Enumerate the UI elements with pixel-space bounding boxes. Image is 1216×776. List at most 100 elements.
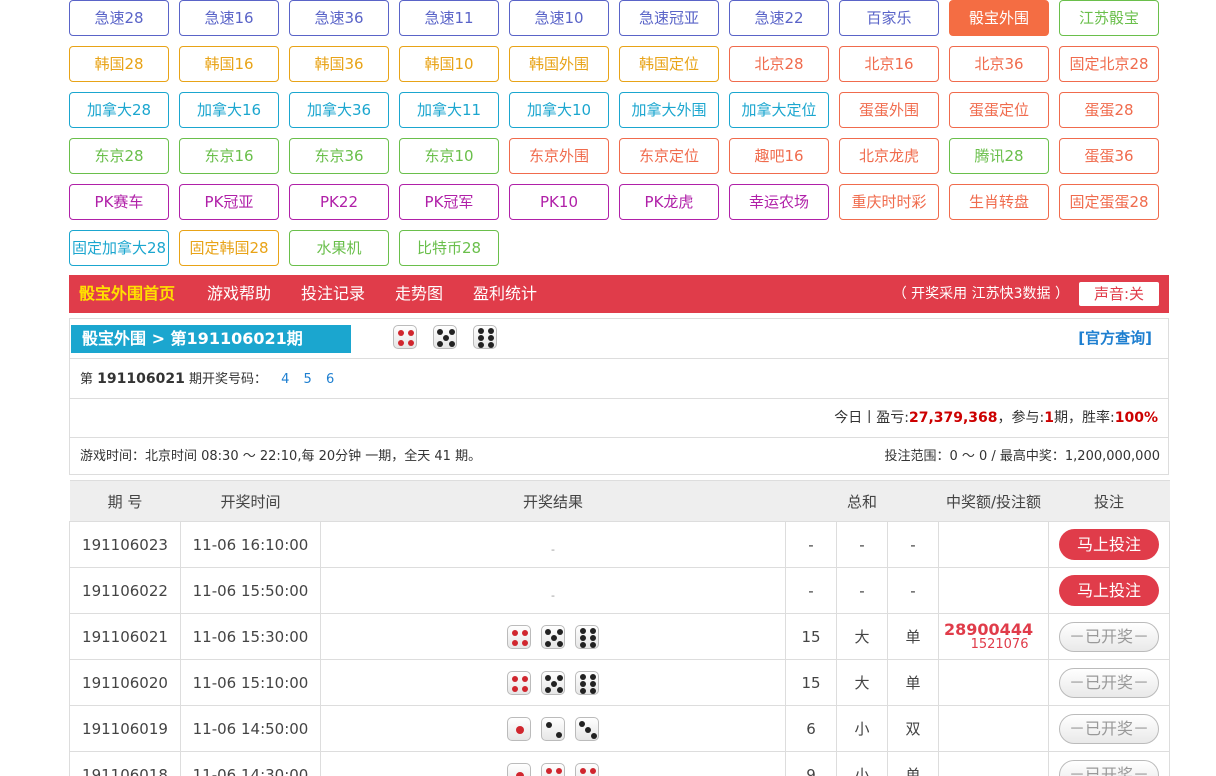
- game-button[interactable]: 加拿大16: [179, 92, 279, 128]
- win-bet-cell: [938, 521, 1050, 568]
- game-button[interactable]: 东京10: [399, 138, 499, 174]
- sound-toggle-button[interactable]: 声音:关: [1079, 282, 1159, 306]
- data-source-note: （ 开奖采用 江苏快3数据 ）: [892, 286, 1069, 302]
- action-cell: 马上投注: [1048, 567, 1171, 614]
- game-button[interactable]: 加拿大36: [289, 92, 389, 128]
- game-button[interactable]: 骰宝外围: [949, 0, 1049, 36]
- dice-face-icon: [507, 624, 531, 649]
- game-button[interactable]: 固定加拿大28: [69, 230, 169, 266]
- game-button[interactable]: 百家乐: [839, 0, 939, 36]
- table-row: 191106020 11-06 15:10:00 15 大单 －已开奖－: [69, 659, 1171, 706]
- bet-range-text: 投注范围：0 ～ 0 / 最高中奖：1,200,000,000: [884, 449, 1160, 464]
- game-button[interactable]: 急速冠亚: [619, 0, 719, 36]
- drawn-status-button: －已开奖－: [1059, 667, 1160, 698]
- game-button[interactable]: 腾讯28: [949, 138, 1049, 174]
- game-button[interactable]: 急速11: [399, 0, 499, 36]
- sum-cell: 15: [785, 613, 837, 660]
- game-button[interactable]: PK10: [509, 184, 609, 220]
- game-button[interactable]: 东京36: [289, 138, 389, 174]
- dice-result-cell: [320, 613, 786, 660]
- game-button[interactable]: 蛋蛋外围: [839, 92, 939, 128]
- nav-profit-stats[interactable]: 盈利统计: [473, 275, 537, 313]
- game-button[interactable]: 急速36: [289, 0, 389, 36]
- parity-cell: 单: [886, 659, 940, 706]
- draw-suffix: 期开奖号码：: [188, 372, 267, 387]
- dice-result-cell: [320, 751, 786, 776]
- nav-home[interactable]: 骰宝外围首页: [79, 275, 175, 313]
- game-button[interactable]: 韩国36: [289, 46, 389, 82]
- game-button[interactable]: 北京28: [729, 46, 829, 82]
- game-button[interactable]: 急速28: [69, 0, 169, 36]
- game-button[interactable]: 固定韩国28: [179, 230, 279, 266]
- game-button[interactable]: PK赛车: [69, 184, 169, 220]
- col-draw-time: 开奖时间: [180, 480, 321, 522]
- game-button[interactable]: 东京16: [179, 138, 279, 174]
- dice-face-icon: [433, 325, 457, 349]
- size-cell: -: [836, 521, 888, 568]
- game-button[interactable]: 江苏骰宝: [1059, 0, 1159, 36]
- game-button[interactable]: PK22: [289, 184, 389, 220]
- game-button[interactable]: 东京外围: [509, 138, 609, 174]
- game-button[interactable]: 加拿大定位: [729, 92, 829, 128]
- size-cell: 大: [836, 659, 888, 706]
- game-button[interactable]: 生肖转盘: [949, 184, 1049, 220]
- sum-cell: -: [785, 567, 837, 614]
- game-button[interactable]: 东京定位: [619, 138, 719, 174]
- bet-now-button[interactable]: 马上投注: [1059, 575, 1160, 606]
- game-button[interactable]: 蛋蛋28: [1059, 92, 1159, 128]
- game-button[interactable]: 加拿大外围: [619, 92, 719, 128]
- bet-now-button[interactable]: 马上投注: [1059, 529, 1160, 560]
- game-button[interactable]: 加拿大10: [509, 92, 609, 128]
- win-bet-cell: [938, 751, 1050, 776]
- period-cell: 191106022: [69, 567, 181, 614]
- nav-help[interactable]: 游戏帮助: [207, 275, 271, 313]
- results-table: 期 号 开奖时间 开奖结果 总和 中奖额/投注额 投注 191106023 11-…: [69, 480, 1171, 776]
- game-button[interactable]: 北京龙虎: [839, 138, 939, 174]
- parity-cell: 单: [886, 613, 940, 660]
- game-button[interactable]: 固定蛋蛋28: [1059, 184, 1159, 220]
- win-bet-cell: [938, 659, 1050, 706]
- dice-face-icon: [575, 624, 599, 649]
- dice-result-cell: [320, 705, 786, 752]
- game-button[interactable]: 幸运农场: [729, 184, 829, 220]
- period-cell: 191106020: [69, 659, 181, 706]
- game-button[interactable]: 北京36: [949, 46, 1049, 82]
- game-time-text: 游戏时间：北京时间 08:30 ～ 22:10,每 20分钟 一期，全天 41 …: [80, 449, 482, 464]
- nav-trend-chart[interactable]: 走势图: [395, 275, 443, 313]
- game-button[interactable]: 趣吧16: [729, 138, 829, 174]
- draw-time-cell: 11-06 15:30:00: [180, 613, 321, 660]
- sum-cell: 15: [785, 659, 837, 706]
- game-button[interactable]: 蛋蛋定位: [949, 92, 1049, 128]
- game-button[interactable]: 韩国外围: [509, 46, 609, 82]
- win-rate: 100%: [1114, 410, 1158, 426]
- parity-cell: 双: [886, 705, 940, 752]
- drawn-status-button: －已开奖－: [1059, 713, 1160, 744]
- bet-amount: 1521076: [970, 637, 1029, 652]
- game-button[interactable]: 韩国28: [69, 46, 169, 82]
- dice-result-cell: [320, 659, 786, 706]
- game-button[interactable]: 重庆时时彩: [839, 184, 939, 220]
- nav-bet-records[interactable]: 投注记录: [301, 275, 365, 313]
- game-button[interactable]: 加拿大11: [399, 92, 499, 128]
- game-button[interactable]: PK龙虎: [619, 184, 719, 220]
- game-button[interactable]: 东京28: [69, 138, 169, 174]
- today-stats-row: 今日丨盈亏:27,379,368，参与:1期，胜率:100%: [70, 398, 1168, 437]
- parity-cell: 单: [886, 751, 940, 776]
- game-button[interactable]: 比特币28: [399, 230, 499, 266]
- game-button[interactable]: 蛋蛋36: [1059, 138, 1159, 174]
- game-button[interactable]: 韩国16: [179, 46, 279, 82]
- game-button[interactable]: 韩国定位: [619, 46, 719, 82]
- col-win-bet: 中奖额/投注额: [938, 480, 1049, 522]
- draw-prefix: 第: [80, 372, 94, 387]
- game-button[interactable]: 固定北京28: [1059, 46, 1159, 82]
- game-button[interactable]: 加拿大28: [69, 92, 169, 128]
- game-button[interactable]: 急速10: [509, 0, 609, 36]
- game-button[interactable]: 急速22: [729, 0, 829, 36]
- game-button[interactable]: 韩国10: [399, 46, 499, 82]
- official-query-link[interactable]: [官方查询]: [1078, 327, 1152, 348]
- game-button[interactable]: 北京16: [839, 46, 939, 82]
- game-button[interactable]: 水果机: [289, 230, 389, 266]
- game-button[interactable]: PK冠亚: [179, 184, 279, 220]
- game-button[interactable]: 急速16: [179, 0, 279, 36]
- game-button[interactable]: PK冠军: [399, 184, 499, 220]
